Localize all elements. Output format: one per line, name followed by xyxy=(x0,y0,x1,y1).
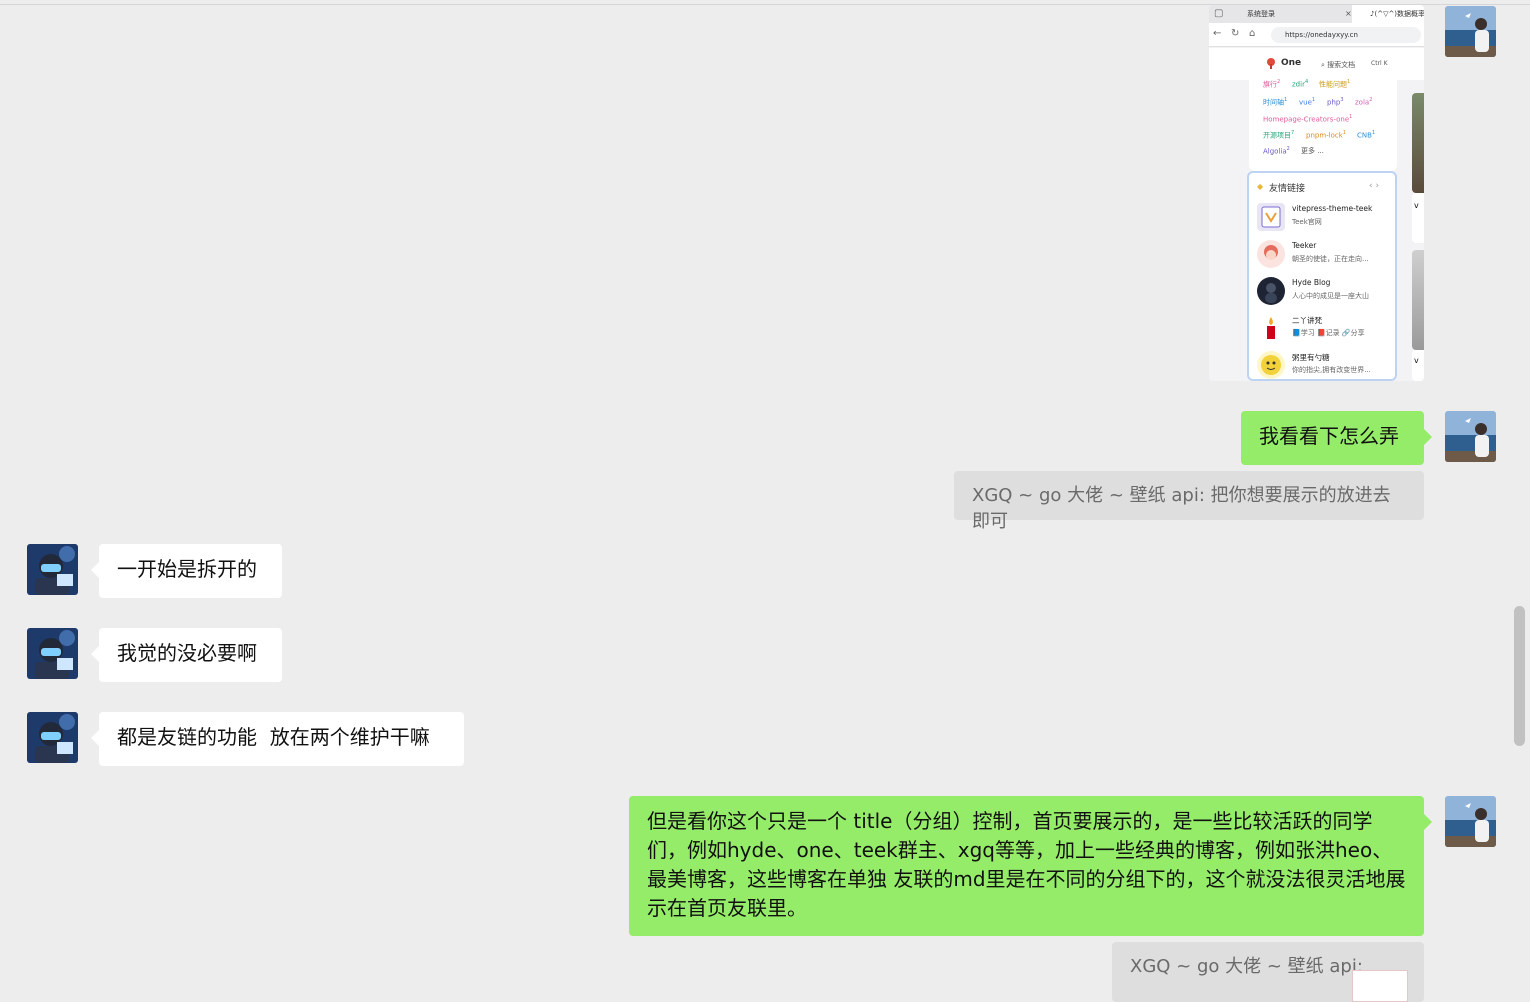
tag-item[interactable]: 更多 ... xyxy=(1301,146,1324,156)
tag-item[interactable]: CNB1 xyxy=(1357,130,1375,139)
friend-avatar xyxy=(1257,351,1285,379)
browser-tab-active[interactable]: ♪(^▽^)数据概率 xyxy=(1352,5,1424,23)
tag-item[interactable]: Homepage-Creators-one1 xyxy=(1263,114,1352,123)
side-card-image xyxy=(1412,93,1424,193)
friend-link-item[interactable]: Teeker 朝圣的使徒，正在走向... xyxy=(1257,238,1397,274)
search-box[interactable]: ⌕ 搜索文档 xyxy=(1321,60,1355,70)
message-bubble-contact[interactable]: 我觉的没必要啊 xyxy=(91,628,282,682)
message-bubble-contact[interactable]: 一开始是拆开的 xyxy=(91,544,282,598)
tag-item[interactable]: 时间轴1 xyxy=(1263,97,1287,107)
friend-links-title: 友情链接 xyxy=(1269,184,1306,194)
friend-link-item[interactable]: Hyde Blog 人心中的成见是一座大山 xyxy=(1257,275,1397,311)
site-logo-icon xyxy=(1267,58,1275,69)
self-avatar[interactable] xyxy=(1445,411,1496,462)
tag-item[interactable]: zola2 xyxy=(1355,97,1372,106)
side-card: v xyxy=(1412,193,1424,243)
contact-avatar[interactable] xyxy=(27,628,78,679)
message-bubble-self[interactable]: 我看看下怎么弄 xyxy=(1241,411,1432,465)
message-bubble-contact[interactable]: 都是友链的功能 放在两个维护干嘛 xyxy=(91,712,464,766)
friend-link-item[interactable]: vitepress-theme-teek Teek官网 xyxy=(1257,201,1397,237)
quoted-image-thumbnail[interactable] xyxy=(1352,970,1408,1002)
quoted-reply[interactable]: XGQ ~ go 大佬 ~ 壁纸 api: 把你想要展示的放进去即可 xyxy=(954,471,1424,532)
reload-icon[interactable]: ↻ xyxy=(1231,28,1239,39)
self-avatar[interactable] xyxy=(1445,6,1496,57)
browser-tabbar: ▢ 系统登录 × ♪(^▽^)数据概率 xyxy=(1209,5,1424,23)
tag-item[interactable]: php3 xyxy=(1327,97,1344,106)
tag-item[interactable]: 性能问题1 xyxy=(1319,79,1350,89)
self-avatar[interactable] xyxy=(1445,796,1496,847)
contact-avatar[interactable] xyxy=(27,712,78,763)
carousel-arrows-icon[interactable]: ‹ › xyxy=(1369,181,1379,191)
message-bubble-self[interactable]: 但是看你这个只是一个 title（分组）控制，首页要展示的，是一些比较活跃的同学… xyxy=(629,796,1432,936)
friend-avatar xyxy=(1257,314,1285,342)
side-card: v xyxy=(1412,350,1424,381)
home-icon[interactable]: ⌂ xyxy=(1249,28,1255,39)
folder-icon: ◆ xyxy=(1257,182,1264,191)
friend-links-card: ◆ 友情链接 ‹ › vitepress-theme-teek Teek官网 T… xyxy=(1247,171,1397,381)
friend-link-item[interactable]: 粥里有勺糖 你的指尖,拥有改变世界... xyxy=(1257,349,1397,381)
search-shortcut: Ctrl K xyxy=(1371,60,1388,67)
friend-link-item[interactable]: 二丫讲梵 📘学习 📕记录 🔗分享 xyxy=(1257,312,1397,348)
chat-scrollbar[interactable] xyxy=(1514,606,1525,746)
side-card-image xyxy=(1412,250,1424,350)
browser-addressbar: ← ↻ ⌂ https://onedayxyy.cn xyxy=(1209,23,1424,47)
contact-avatar[interactable] xyxy=(27,544,78,595)
url-field[interactable]: https://onedayxyy.cn xyxy=(1271,27,1421,43)
tag-item[interactable]: 开源项目7 xyxy=(1263,130,1294,140)
browser-tab-login[interactable]: 系统登录 xyxy=(1231,5,1349,23)
close-icon[interactable]: × xyxy=(1345,5,1352,23)
friend-avatar xyxy=(1257,203,1285,231)
image-message[interactable]: ▢ 系统登录 × ♪(^▽^)数据概率 ← ↻ ⌂ https://oneday… xyxy=(1209,5,1424,381)
friend-avatar xyxy=(1257,240,1285,268)
back-icon[interactable]: ← xyxy=(1213,28,1221,39)
quoted-reply[interactable]: XGQ ~ go 大佬 ~ 壁纸 api: xyxy=(1112,942,1424,1002)
tag-item[interactable]: vue1 xyxy=(1299,97,1315,106)
tag-item[interactable]: 旗行2 xyxy=(1263,79,1280,89)
tag-card: 旗行2 zdir4 性能问题1 时间轴1 vue1 php3 zola2 Hom… xyxy=(1249,75,1397,171)
tag-item[interactable]: pnpm-lock1 xyxy=(1306,130,1346,139)
tag-item[interactable]: zdir4 xyxy=(1292,79,1308,88)
tag-item[interactable]: Algolia2 xyxy=(1263,146,1290,155)
window-icon: ▢ xyxy=(1214,8,1224,19)
friend-avatar xyxy=(1257,277,1285,305)
site-logo-text[interactable]: One xyxy=(1281,58,1301,68)
